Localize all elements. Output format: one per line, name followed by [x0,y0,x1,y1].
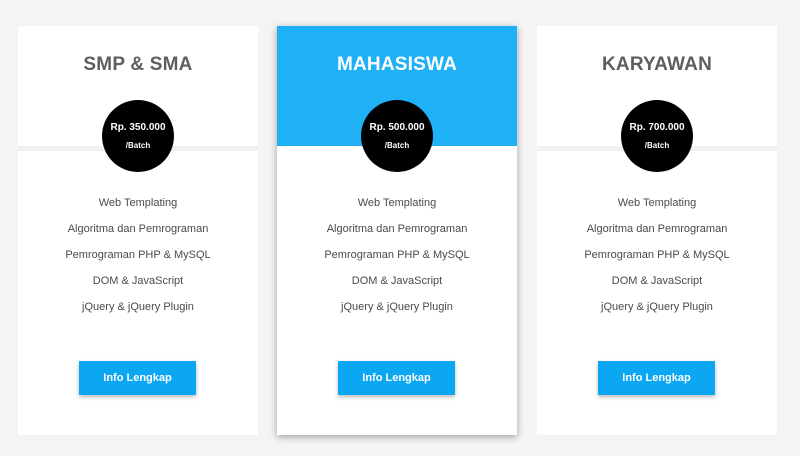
feature-item: Algoritma dan Pemrograman [326,223,468,235]
feature-item: jQuery & jQuery Plugin [341,301,453,313]
pricing-card-mahasiswa: MAHASISWA Rp. 500.000 /Batch Web Templat… [277,26,517,435]
feature-item: jQuery & jQuery Plugin [82,301,194,313]
feature-list: Web Templating Algoritma dan Pemrograman… [277,197,517,327]
card-title: KARYAWAN [602,54,712,75]
price-unit: /Batch [644,141,670,150]
card-title: MAHASISWA [336,54,458,75]
price-badge: Rp. 500.000 /Batch [361,100,433,172]
info-lengkap-button[interactable]: Info Lengkap [598,361,715,395]
price-badge: Rp. 700.000 /Batch [621,100,693,172]
price-unit: /Batch [125,141,151,150]
feature-item: DOM & JavaScript [351,275,443,287]
price-amount: Rp. 700.000 [629,122,685,133]
info-lengkap-button[interactable]: Info Lengkap [338,361,455,395]
pricing-card-smp-sma: SMP & SMA Rp. 350.000 /Batch Web Templat… [18,26,258,435]
feature-list: Web Templating Algoritma dan Pemrograman… [537,197,777,327]
feature-item: Algoritma dan Pemrograman [67,223,209,235]
feature-item: jQuery & jQuery Plugin [601,301,713,313]
feature-item: Pemrograman PHP & MySQL [65,249,211,261]
feature-item: Web Templating [357,197,437,209]
feature-item: Pemrograman PHP & MySQL [584,249,730,261]
feature-item: Algoritma dan Pemrograman [586,223,728,235]
price-amount: Rp. 500.000 [369,122,425,133]
pricing-card-karyawan: KARYAWAN Rp. 700.000 /Batch Web Templati… [537,26,777,435]
price-unit: /Batch [384,141,410,150]
feature-item: Pemrograman PHP & MySQL [324,249,470,261]
info-lengkap-button[interactable]: Info Lengkap [79,361,196,395]
price-badge: Rp. 350.000 /Batch [102,100,174,172]
card-title: SMP & SMA [83,54,193,75]
price-amount: Rp. 350.000 [110,122,166,133]
feature-item: Web Templating [617,197,697,209]
feature-list: Web Templating Algoritma dan Pemrograman… [18,197,258,327]
feature-item: Web Templating [98,197,178,209]
feature-item: DOM & JavaScript [611,275,703,287]
feature-item: DOM & JavaScript [92,275,184,287]
